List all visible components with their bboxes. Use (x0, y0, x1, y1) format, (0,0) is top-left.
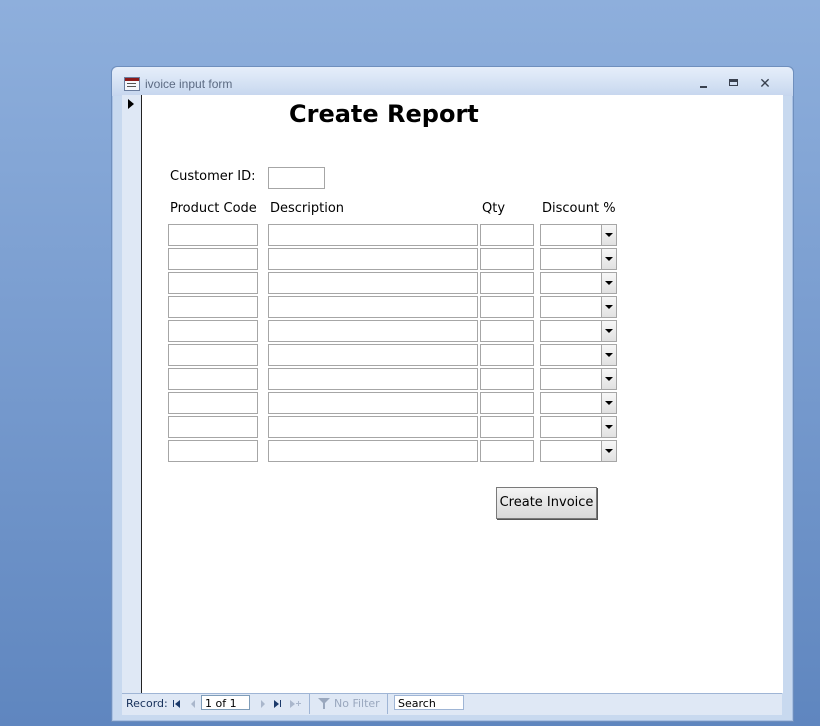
chevron-down-icon[interactable] (601, 321, 616, 341)
qty-input[interactable] (480, 248, 534, 270)
maximize-button[interactable] (724, 75, 744, 91)
record-position-input[interactable]: 1 of 1 (201, 695, 250, 710)
maximize-icon (729, 79, 738, 86)
chevron-down-icon[interactable] (601, 369, 616, 389)
customer-id-label: Customer ID: (170, 169, 256, 184)
product-code-input[interactable] (168, 368, 258, 390)
record-navigation-bar: Record: 1 of 1 No Filter Search (122, 693, 782, 715)
discount-select[interactable] (540, 248, 617, 270)
qty-input[interactable] (480, 344, 534, 366)
description-input[interactable] (268, 416, 478, 438)
discount-select[interactable] (540, 296, 617, 318)
product-code-input[interactable] (168, 224, 258, 246)
qty-input[interactable] (480, 272, 534, 294)
chevron-down-icon[interactable] (601, 417, 616, 437)
product-code-input[interactable] (168, 296, 258, 318)
create-invoice-button[interactable]: Create Invoice (496, 487, 597, 519)
title-bar[interactable]: ivoice input form ✕ (112, 67, 793, 96)
product-code-input[interactable] (168, 320, 258, 342)
discount-header: Discount % (542, 201, 616, 216)
qty-input[interactable] (480, 392, 534, 414)
first-record-icon[interactable] (172, 697, 182, 711)
description-input[interactable] (268, 320, 478, 342)
chevron-down-icon[interactable] (601, 393, 616, 413)
product-code-input[interactable] (168, 272, 258, 294)
description-input[interactable] (268, 224, 478, 246)
form-window: ivoice input form ✕ Create Report Custom… (111, 66, 794, 722)
discount-select[interactable] (540, 392, 617, 414)
close-icon: ✕ (759, 75, 771, 91)
chevron-down-icon[interactable] (601, 249, 616, 269)
product-code-input[interactable] (168, 392, 258, 414)
last-record-icon[interactable] (274, 697, 284, 711)
discount-select[interactable] (540, 344, 617, 366)
product-code-input[interactable] (168, 344, 258, 366)
page-title: Create Report (289, 100, 479, 128)
description-input[interactable] (268, 272, 478, 294)
description-input[interactable] (268, 296, 478, 318)
minimize-button[interactable] (694, 75, 714, 91)
discount-select[interactable] (540, 272, 617, 294)
discount-select[interactable] (540, 368, 617, 390)
new-record-icon[interactable] (290, 697, 302, 711)
description-input[interactable] (268, 344, 478, 366)
form-icon (124, 77, 140, 91)
chevron-down-icon[interactable] (601, 441, 616, 461)
discount-select[interactable] (540, 224, 617, 246)
discount-select[interactable] (540, 320, 617, 342)
product-code-input[interactable] (168, 440, 258, 462)
chevron-down-icon[interactable] (601, 273, 616, 293)
description-input[interactable] (268, 248, 478, 270)
chevron-down-icon[interactable] (601, 225, 616, 245)
product-code-input[interactable] (168, 248, 258, 270)
minimize-icon (700, 86, 707, 88)
previous-record-icon[interactable] (190, 697, 198, 711)
qty-input[interactable] (480, 296, 534, 318)
description-input[interactable] (268, 440, 478, 462)
description-input[interactable] (268, 368, 478, 390)
next-record-icon[interactable] (259, 697, 267, 711)
qty-header: Qty (482, 201, 506, 216)
close-button[interactable]: ✕ (755, 75, 775, 91)
chevron-down-icon[interactable] (601, 297, 616, 317)
qty-input[interactable] (480, 320, 534, 342)
description-header: Description (270, 201, 345, 216)
discount-select[interactable] (540, 440, 617, 462)
search-input[interactable]: Search (394, 695, 464, 710)
window-title: ivoice input form (145, 77, 233, 91)
product-code-input[interactable] (168, 416, 258, 438)
qty-input[interactable] (480, 224, 534, 246)
qty-input[interactable] (480, 416, 534, 438)
nav-divider (387, 694, 388, 714)
product-code-header: Product Code (170, 201, 257, 216)
nav-divider (309, 694, 310, 714)
filter-icon[interactable] (318, 697, 330, 710)
record-selector[interactable] (122, 95, 142, 693)
discount-select[interactable] (540, 416, 617, 438)
customer-id-input[interactable] (268, 167, 325, 189)
chevron-down-icon[interactable] (601, 345, 616, 365)
qty-input[interactable] (480, 368, 534, 390)
qty-input[interactable] (480, 440, 534, 462)
record-label: Record: (126, 697, 168, 710)
form-detail: Create Report Customer ID: Product Code … (141, 95, 783, 693)
description-input[interactable] (268, 392, 478, 414)
current-record-arrow-icon (128, 99, 134, 109)
no-filter-label[interactable]: No Filter (334, 697, 380, 710)
